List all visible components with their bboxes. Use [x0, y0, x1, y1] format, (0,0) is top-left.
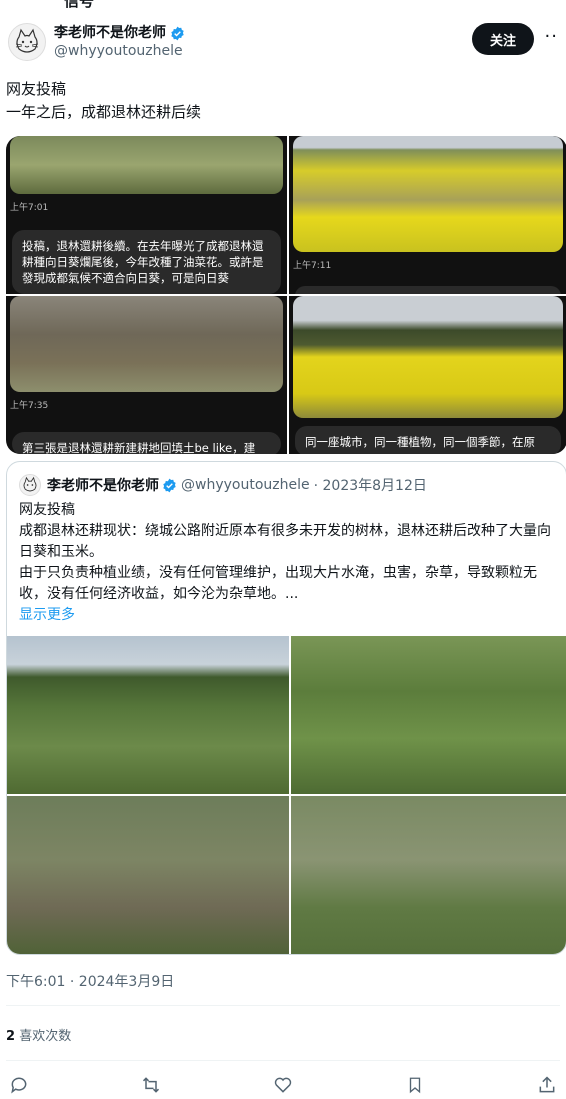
weed-field-photo-1[interactable] [7, 636, 289, 794]
verified-badge-icon [171, 26, 184, 40]
quoted-date: · 2023年8月12日 [313, 478, 427, 494]
tweet-text: 网友投稿 一年之后，成都退林还耕后续 [6, 78, 201, 124]
weed-field-photo-2[interactable] [291, 636, 566, 794]
likes-label: 喜欢次数 [19, 1029, 72, 1044]
message-bubble: 第三張是退林還耕新建耕地回填土be like，建 [12, 432, 281, 454]
reply-icon[interactable] [8, 1074, 30, 1096]
soil-field-photo [10, 296, 283, 392]
tweet-media-grid[interactable]: 上午7:01 投稿，退林還耕後續。在去年曝光了成都退林還耕種向日葵爛尾後，今年改… [6, 136, 566, 454]
rapeseed-field-photo [293, 296, 563, 418]
retweet-icon[interactable] [140, 1074, 162, 1096]
quoted-tweet[interactable]: 李老师不是你老师 @whyyoutouzhele · 2023年8月12日 网友… [6, 461, 566, 955]
quoted-author-avatar [19, 474, 41, 496]
weed-field-photo-3[interactable] [7, 796, 289, 954]
screenshot-image-4[interactable]: 同一座城市，同一種植物，同一個季節，在原 [289, 296, 566, 454]
message-time: 上午7:01 [10, 203, 49, 213]
cat-sketch-icon [15, 28, 39, 53]
likes-number: 2 [6, 1029, 16, 1044]
message-bubble: 投稿，退林還耕後續。在去年曝光了成都退林還耕種向日葵爛尾後，今年改種了油菜花。或… [12, 230, 281, 294]
message-time: 上午7:35 [10, 401, 49, 411]
quoted-author-name: 李老师不是你老师 [47, 478, 159, 494]
screenshot-image-3[interactable]: 上午7:35 第三張是退林還耕新建耕地回填土be like，建 [6, 296, 287, 454]
show-more-link[interactable]: 显示更多 [19, 605, 556, 626]
message-bubble: 同一座城市，同一種植物，同一個季節，在原 [295, 426, 561, 454]
message-bubble [295, 286, 561, 294]
action-bar [8, 1072, 558, 1098]
quoted-paragraph-3: 由于只负责种植业绩，没有任何管理维护，出现大片水淹，虫害，杂草，导致颗粒无收，没… [19, 565, 537, 602]
screenshot-image-2[interactable]: 上午7:11 [289, 136, 566, 294]
author-avatar[interactable] [8, 23, 46, 61]
divider [6, 1060, 560, 1061]
verified-badge-icon [163, 478, 176, 492]
quoted-author-handle: @whyyoutouzhele [181, 477, 310, 493]
rapeseed-field-photo [293, 136, 563, 252]
weed-field-photo-4[interactable] [291, 796, 566, 954]
tweet-line-2: 一年之后，成都退林还耕后续 [6, 103, 202, 121]
like-icon[interactable] [272, 1074, 294, 1096]
bookmark-icon[interactable] [404, 1074, 426, 1096]
quoted-media-grid[interactable] [7, 636, 566, 954]
quoted-paragraph-2: 成都退林还耕现状：绕城公路附近原本有很多未开发的树林，退林还耕后改种了大量向日葵… [19, 523, 551, 560]
more-options-icon[interactable]: ·· [545, 26, 558, 47]
message-time: 上午7:11 [293, 261, 332, 271]
tweet-header: 李老师不是你老师 @whyyoutouzhele 关注 ·· [8, 20, 558, 64]
field-photo [10, 136, 283, 194]
cat-sketch-icon [23, 476, 37, 492]
author-handle[interactable]: @whyyoutouzhele [54, 42, 185, 60]
follow-button[interactable]: 关注 [472, 23, 534, 55]
tweet-line-1: 网友投稿 [6, 80, 67, 98]
previous-text-fragment: 信号 [64, 0, 95, 10]
tweet-timestamp[interactable]: 下午6:01 · 2024年3月9日 [6, 971, 174, 991]
screenshot-image-1[interactable]: 上午7:01 投稿，退林還耕後續。在去年曝光了成都退林還耕種向日葵爛尾後，今年改… [6, 136, 287, 294]
quoted-text: 网友投稿 成都退林还耕现状：绕城公路附近原本有很多未开发的树林，退林还耕后改种了… [19, 500, 556, 626]
divider [6, 1005, 560, 1006]
quoted-paragraph-1: 网友投稿 [19, 502, 75, 518]
share-icon[interactable] [536, 1074, 558, 1096]
likes-count[interactable]: 2 喜欢次数 [6, 1025, 71, 1044]
author-display-name[interactable]: 李老师不是你老师 [54, 24, 166, 42]
